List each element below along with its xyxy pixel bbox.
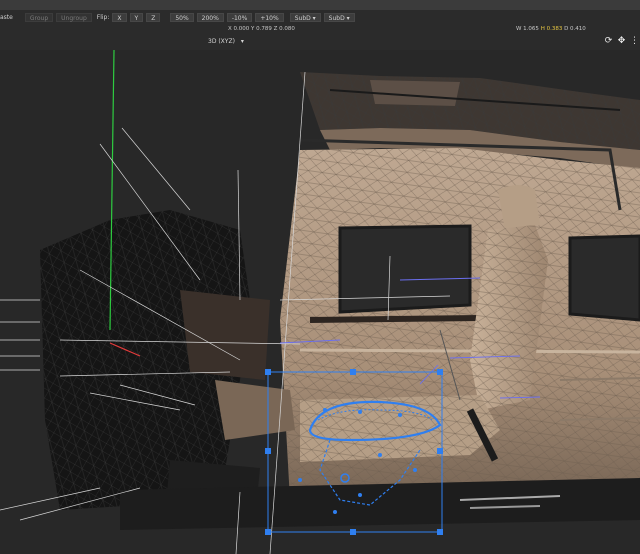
- dim-height: H 0.383: [540, 26, 563, 32]
- status-bar: X 0.000 Y 0.789 Z 0.080 W 1.065 H 0.383 …: [0, 24, 640, 34]
- view-mode-dropdown[interactable]: 3D (XYZ) ▾: [208, 38, 244, 45]
- refresh-icon[interactable]: ⟳: [604, 37, 613, 46]
- dim-width: W 1.065: [516, 26, 539, 32]
- more-icon[interactable]: ⋮: [630, 37, 639, 46]
- chevron-down-icon: ▾: [240, 38, 244, 45]
- subd-dropdown[interactable]: SubD ▾: [289, 12, 321, 22]
- dim-depth: D 0.410: [564, 26, 586, 32]
- dashboard: [40, 210, 295, 520]
- move-icon[interactable]: ✥: [617, 37, 626, 46]
- view-mode-label: 3D (XYZ): [208, 38, 235, 45]
- paste-button[interactable]: aste: [0, 14, 13, 21]
- flip-y-button[interactable]: Y: [129, 12, 144, 22]
- flip-z-button[interactable]: Z: [146, 12, 161, 22]
- scene-render: [0, 50, 640, 554]
- group-button[interactable]: Group: [24, 12, 54, 22]
- scale-plus10-button[interactable]: +10%: [255, 12, 284, 22]
- edit-toolbar: aste Group Ungroup Flip: X Y Z 50% 200% …: [0, 10, 640, 24]
- 3d-viewport[interactable]: [0, 50, 640, 554]
- viewport-header: 3D (XYZ) ▾ ⟳ ✥ ⋮: [0, 34, 640, 50]
- flip-label: Flip:: [96, 13, 110, 21]
- scale-50-button[interactable]: 50%: [170, 12, 194, 22]
- viewport-controls: ⟳ ✥ ⋮: [604, 37, 639, 46]
- selection-dimensions: W 1.065 H 0.383 D 0.410: [516, 26, 586, 32]
- subd-dropdown-2[interactable]: SubD ▾: [323, 12, 355, 22]
- app-header: [0, 0, 640, 10]
- side-wall: [280, 138, 640, 520]
- scale-minus10-button[interactable]: -10%: [226, 12, 253, 22]
- cursor-coordinates: X 0.000 Y 0.789 Z 0.080: [228, 26, 295, 32]
- flip-x-button[interactable]: X: [112, 12, 127, 22]
- ungroup-button[interactable]: Ungroup: [56, 12, 92, 22]
- scale-200-button[interactable]: 200%: [196, 12, 224, 22]
